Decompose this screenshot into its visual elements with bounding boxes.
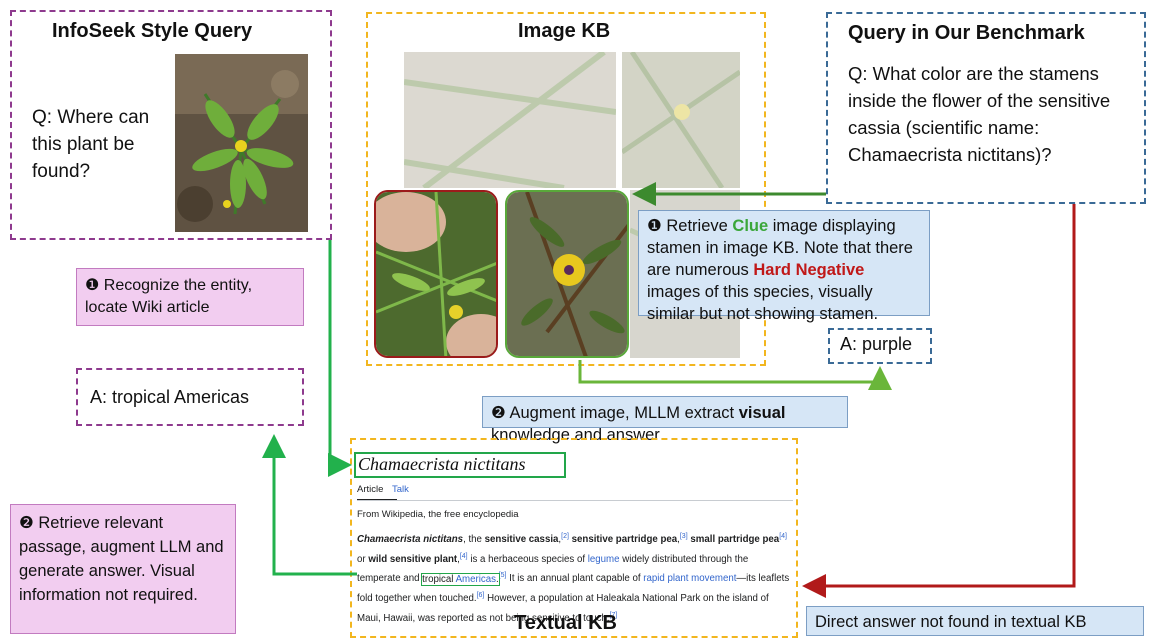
- infoseek-title: InfoSeek Style Query: [52, 20, 253, 42]
- infoseek-plant-photo: [175, 54, 308, 232]
- direct-answer-box: Direct answer not found in textual KB: [806, 606, 1144, 636]
- infoseek-step2-box: ❷ Retrieve relevant passage, augment LLM…: [10, 504, 236, 634]
- wiki-tab-talk[interactable]: Talk: [392, 482, 422, 499]
- augment-prefix: ❷ Augment image, MLLM extract: [491, 404, 739, 422]
- infoseek-answer: A: tropical Americas: [90, 387, 250, 407]
- wiki-link-rapid[interactable]: rapid plant movement: [643, 574, 736, 585]
- retrieve-hardneg: Hard Negative: [753, 261, 865, 279]
- hard-negative-image: [374, 190, 498, 358]
- benchmark-question: Q: What color are the stamens inside the…: [848, 63, 1111, 165]
- augment-step-box: ❷ Augment image, MLLM extract visual kno…: [482, 396, 848, 444]
- benchmark-title: Query in Our Benchmark: [848, 22, 1085, 44]
- wiki-p-a: , the: [463, 534, 485, 546]
- wiki-p-name: Chamaecrista nictitans: [357, 534, 464, 546]
- retrieve-prefix: ❶ Retrieve: [647, 217, 733, 235]
- wiki-title: Chamaecrista nictitans: [358, 454, 526, 474]
- wiki-highlight-americas: tropical Americas.: [421, 572, 500, 586]
- wiki-ref-4b[interactable]: [4]: [460, 553, 468, 560]
- retrieve-suffix: images of this species, visually similar…: [647, 283, 879, 323]
- textual-kb-label: Textual KB: [514, 612, 617, 634]
- wiki-p-d: It is an annual plant capable of: [506, 573, 644, 585]
- wiki-p-b: is a herbaceous species of: [467, 553, 588, 565]
- wiki-p-wild: wild sensitive plant: [368, 553, 458, 565]
- kb-faded-image-2: [622, 52, 740, 188]
- wiki-p-or: or: [357, 553, 369, 565]
- wiki-link-legume[interactable]: legume: [588, 554, 620, 565]
- arrow-passage-to-answer: [262, 434, 357, 576]
- wiki-tabs-rule: [357, 500, 793, 501]
- kb-faded-image-1: [404, 52, 616, 188]
- arrow-entity-to-wiki: [328, 240, 352, 477]
- wiki-ref-2[interactable]: [2]: [561, 533, 569, 540]
- benchmark-answer: A: purple: [840, 334, 913, 354]
- augment-bold: visual: [738, 404, 786, 422]
- wiki-ref-3[interactable]: [3]: [680, 533, 688, 540]
- wiki-link-americas[interactable]: Americas: [456, 574, 496, 585]
- wiki-from: From Wikipedia, the free encyclopedia: [357, 509, 519, 520]
- image-kb-title: Image KB: [518, 20, 611, 42]
- infoseek-question: Q: Where can this plant be found?: [32, 107, 150, 182]
- clue-image: [505, 190, 629, 358]
- retrieve-step-box: ❶ Retrieve Clue image displaying stamen …: [638, 210, 930, 323]
- wiki-p-small: small partridge pea: [690, 534, 780, 546]
- retrieve-clue: Clue: [732, 217, 769, 235]
- wiki-p-cassia: sensitive cassia: [484, 534, 559, 546]
- wiki-p-tropical: tropical: [422, 573, 456, 585]
- infoseek-step1-box: ❶ Recognize the entity, locate Wiki arti…: [76, 268, 304, 326]
- wiki-ref-4[interactable]: [4]: [779, 533, 787, 540]
- wiki-tab-article: Article: [357, 482, 397, 500]
- wiki-p-sp: sensitive partridge pea: [571, 534, 678, 546]
